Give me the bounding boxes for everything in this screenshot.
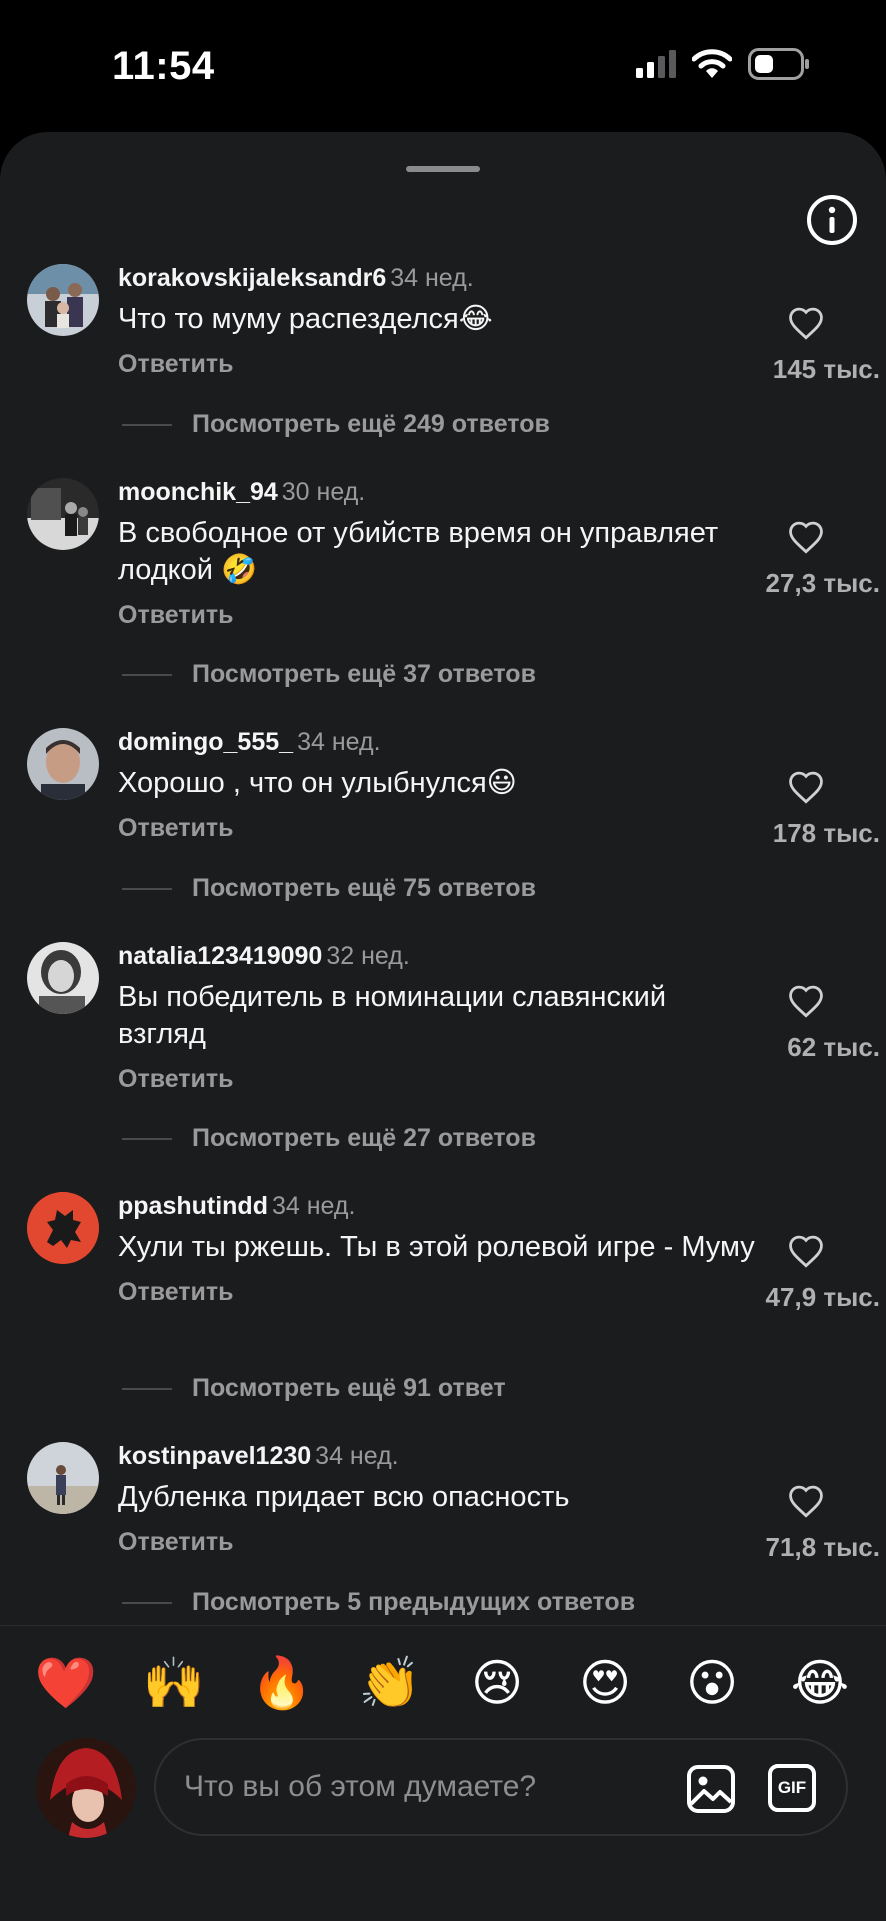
comment-time: 30 нед. xyxy=(281,478,366,506)
heart-icon[interactable] xyxy=(787,984,825,1018)
comment-username[interactable]: korakovskijaleksandr6 xyxy=(118,264,386,292)
like-count: 62 тыс. xyxy=(787,1032,880,1062)
like-control[interactable]: 47,9 тыс. xyxy=(726,1234,886,1313)
heart-icon[interactable] xyxy=(787,1234,825,1268)
reaction-surprised[interactable]: 😮 xyxy=(677,1648,747,1718)
reply-button[interactable]: Ответить xyxy=(118,350,758,379)
reaction-heart[interactable]: ❤️ xyxy=(31,1648,101,1718)
reply-button[interactable]: Ответить xyxy=(118,1528,758,1557)
reaction-raised-hands[interactable]: 🙌 xyxy=(139,1648,209,1718)
gif-label: GIF xyxy=(777,1778,807,1797)
like-control[interactable]: 62 тыс. xyxy=(726,984,886,1063)
like-control[interactable]: 178 тыс. xyxy=(726,770,886,849)
view-more-replies[interactable]: Посмотреть ещё 91 ответ xyxy=(122,1374,506,1403)
replies-divider xyxy=(122,1138,172,1141)
avatar[interactable] xyxy=(27,1192,99,1264)
like-count: 47,9 тыс. xyxy=(765,1282,880,1312)
like-count: 178 тыс. xyxy=(772,818,880,848)
heart-icon[interactable] xyxy=(787,306,825,340)
comment-username[interactable]: ppashutindd xyxy=(118,1192,268,1220)
comment-time: 32 нед. xyxy=(326,942,410,970)
status-bar: 11:54 xyxy=(0,0,886,130)
reply-button[interactable]: Ответить xyxy=(118,1278,758,1307)
comment-username[interactable]: moonchik_94 xyxy=(118,478,278,506)
view-more-replies[interactable]: Посмотреть ещё 249 ответов xyxy=(122,410,550,439)
replies-divider xyxy=(122,1602,172,1605)
avatar[interactable] xyxy=(27,478,99,550)
comment-text: Хорошо , что он улыбнулся😃 xyxy=(118,767,517,799)
image-icon[interactable] xyxy=(686,1764,736,1814)
comment-text: Дубленка придает всю опасность xyxy=(118,1481,570,1513)
avatar[interactable] xyxy=(27,942,99,1014)
avatar[interactable] xyxy=(27,1442,99,1514)
comment-time: 34 нед. xyxy=(315,1442,399,1470)
like-count: 71,8 тыс. xyxy=(765,1532,880,1562)
reply-button[interactable]: Ответить xyxy=(118,601,758,630)
quick-reactions: ❤️ 🙌 🔥 👏 😢 😍 😮 😂 xyxy=(0,1648,886,1718)
sheet-grabber[interactable] xyxy=(406,166,480,172)
like-control[interactable]: 71,8 тыс. xyxy=(726,1484,886,1563)
replies-divider xyxy=(122,888,172,891)
heart-icon[interactable] xyxy=(787,770,825,804)
heart-icon[interactable] xyxy=(787,1484,825,1518)
like-control[interactable]: 27,3 тыс. xyxy=(726,520,886,599)
reaction-laughing[interactable]: 😂 xyxy=(785,1648,855,1718)
comment-text: В свободное от убийств время он управляе… xyxy=(118,517,719,586)
comment-username[interactable]: domingo_555_ xyxy=(118,728,293,756)
reply-button[interactable]: Ответить xyxy=(118,1065,758,1094)
wifi-icon xyxy=(692,49,732,78)
info-icon[interactable] xyxy=(806,194,858,246)
comment-text: Хули ты ржешь. Ты в этой ролевой игре - … xyxy=(118,1231,755,1263)
replies-divider xyxy=(122,674,172,677)
comment-text: Вы победитель в номинации славянский взг… xyxy=(118,981,667,1050)
reaction-crying[interactable]: 😢 xyxy=(462,1648,532,1718)
comment-time: 34 нед. xyxy=(297,728,381,756)
comment-username[interactable]: natalia123419090 xyxy=(118,942,322,970)
like-count: 145 тыс. xyxy=(772,354,880,384)
comment-input-placeholder: Что вы об этом думаете? xyxy=(184,1770,537,1803)
reply-button[interactable]: Ответить xyxy=(118,814,758,843)
reaction-heart-eyes[interactable]: 😍 xyxy=(570,1648,640,1718)
reaction-fire[interactable]: 🔥 xyxy=(247,1648,317,1718)
comment-text: Что то муму распезделся😂 xyxy=(118,303,493,335)
comment-username[interactable]: kostinpavel1230 xyxy=(118,1442,311,1470)
composer-bar: ❤️ 🙌 🔥 👏 😢 😍 😮 😂 Что вы об этом думаете?… xyxy=(0,1625,886,1921)
lion-logo-icon xyxy=(27,1192,99,1264)
view-previous-replies[interactable]: Посмотреть 5 предыдущих ответов xyxy=(122,1588,635,1617)
comment-time: 34 нед. xyxy=(390,264,474,292)
like-count: 27,3 тыс. xyxy=(765,568,880,598)
comment-time: 34 нед. xyxy=(271,1192,356,1220)
gif-button[interactable]: GIF xyxy=(768,1764,816,1812)
comment-input[interactable]: Что вы об этом думаете? GIF xyxy=(154,1738,848,1836)
current-user-avatar xyxy=(36,1738,136,1838)
avatar[interactable] xyxy=(27,728,99,800)
battery-icon xyxy=(748,48,809,80)
replies-divider xyxy=(122,1388,172,1391)
replies-divider xyxy=(122,424,172,427)
view-more-replies[interactable]: Посмотреть ещё 37 ответов xyxy=(122,660,536,689)
view-more-replies[interactable]: Посмотреть ещё 75 ответов xyxy=(122,874,536,903)
cellular-signal-icon xyxy=(636,50,676,78)
status-time: 11:54 xyxy=(112,44,215,88)
view-more-replies[interactable]: Посмотреть ещё 27 ответов xyxy=(122,1124,536,1153)
like-control[interactable]: 145 тыс. xyxy=(726,306,886,385)
avatar[interactable] xyxy=(27,264,99,336)
reaction-clap[interactable]: 👏 xyxy=(355,1648,425,1718)
heart-icon[interactable] xyxy=(787,520,825,554)
